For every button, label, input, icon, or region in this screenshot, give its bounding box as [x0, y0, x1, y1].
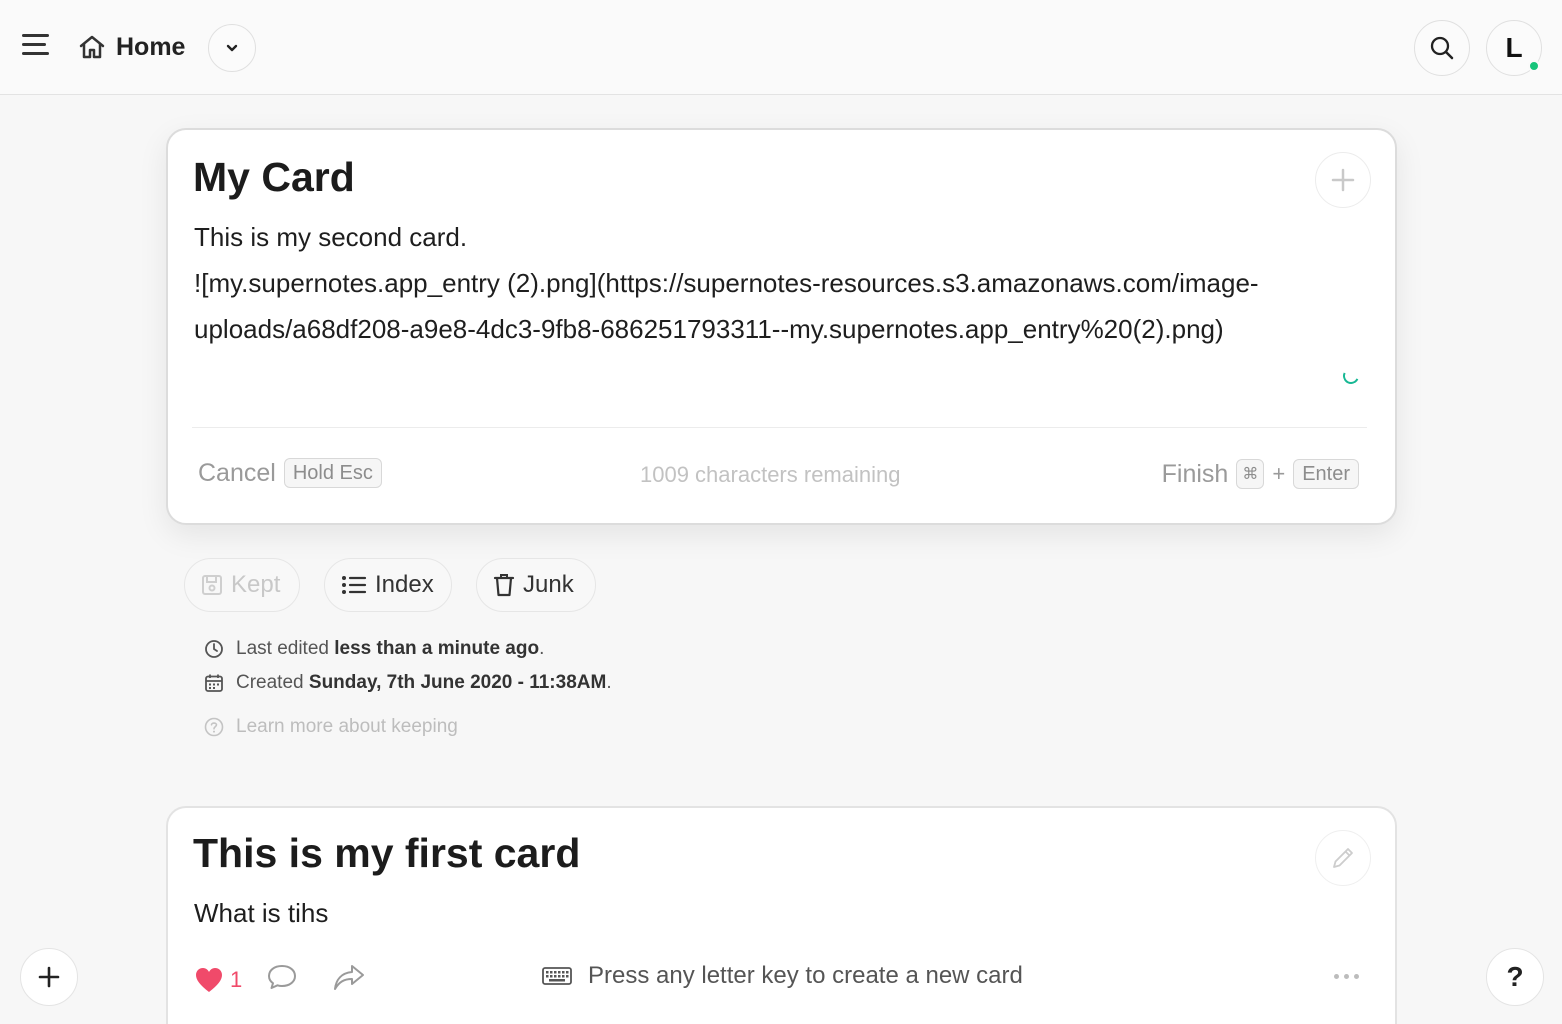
calendar-icon: [205, 674, 223, 692]
last-edited-info: Last edited less than a minute ago.: [204, 638, 544, 660]
chevron-down-icon: [226, 44, 238, 52]
home-dropdown-button[interactable]: [208, 24, 256, 72]
edited-suffix: .: [539, 638, 545, 659]
card-title: This is my first card: [193, 830, 581, 876]
comment-button[interactable]: [266, 963, 298, 996]
home-link[interactable]: Home: [78, 30, 185, 64]
menu-icon[interactable]: [22, 34, 50, 60]
search-button[interactable]: [1414, 20, 1470, 76]
created-value: Sunday, 7th June 2020 - 11:38AM: [308, 672, 607, 693]
share-icon: [334, 965, 365, 990]
characters-remaining: 1009 characters remaining: [640, 462, 901, 487]
more-dot: [1334, 974, 1339, 979]
learn-more-label: Learn more about keeping: [236, 716, 458, 737]
card-body: What is tihs: [194, 898, 329, 928]
more-options-button[interactable]: [1334, 974, 1359, 979]
edited-prefix: Last edited: [236, 638, 329, 659]
first-card[interactable]: This is my first card What is tihs 1 Pre…: [166, 806, 1397, 1024]
kept-label: Kept: [231, 571, 281, 598]
keyboard-icon: [542, 967, 572, 985]
like-count: 1: [230, 966, 243, 992]
home-icon: [79, 35, 105, 59]
search-icon: [1430, 36, 1454, 60]
heart-icon: [196, 967, 222, 992]
avatar[interactable]: L: [1486, 20, 1542, 76]
created-info: Created Sunday, 7th June 2020 - 11:38AM.: [204, 672, 612, 694]
index-label: Index: [375, 571, 434, 598]
keyboard-hint: Press any letter key to create a new car…: [542, 962, 1023, 990]
learn-more-link[interactable]: Learn more about keeping: [204, 716, 458, 738]
share-button[interactable]: [332, 962, 366, 997]
online-status-dot: [1528, 60, 1540, 72]
cancel-button[interactable]: Cancel Hold Esc: [198, 458, 382, 488]
plus-icon: [38, 966, 60, 988]
created-suffix: .: [606, 672, 612, 693]
edit-card-button[interactable]: [1315, 830, 1371, 886]
help-button[interactable]: ?: [1486, 948, 1544, 1006]
command-key: ⌘: [1236, 459, 1265, 489]
key-plus: +: [1272, 461, 1286, 486]
comment-icon: [268, 965, 297, 989]
loading-spinner-icon: [1340, 365, 1362, 387]
edit-card: My Card This is my second card. ![my.sup…: [166, 128, 1397, 525]
home-label: Home: [116, 32, 186, 61]
cancel-label: Cancel: [198, 458, 276, 487]
save-icon: [202, 575, 222, 595]
card-title-input[interactable]: My Card: [193, 154, 355, 201]
hold-esc-key: Hold Esc: [283, 458, 382, 488]
card-body-editor[interactable]: This is my second card. ![my.supernotes.…: [194, 214, 1354, 352]
body-line: uploads/a68df208-a9e8-4dc3-9fb8-68625179…: [194, 314, 1224, 344]
top-bar: Home L: [0, 0, 1562, 95]
card-actions: 1: [194, 962, 366, 997]
junk-button[interactable]: Junk: [476, 558, 596, 612]
plus-icon: [1331, 168, 1355, 192]
list-icon: [342, 576, 367, 594]
enter-key: Enter: [1293, 459, 1359, 489]
add-button[interactable]: [1315, 152, 1371, 208]
finish-label: Finish: [1161, 459, 1229, 488]
keyboard-hint-text: Press any letter key to create a new car…: [588, 962, 1023, 989]
edited-value: less than a minute ago: [334, 638, 540, 659]
body-line: This is my second card.: [194, 222, 468, 252]
created-prefix: Created: [236, 672, 304, 693]
help-label: ?: [1506, 961, 1524, 992]
trash-icon: [493, 574, 515, 597]
pencil-icon: [1333, 848, 1353, 868]
divider: [192, 427, 1367, 428]
question-circle-icon: [204, 717, 224, 737]
more-dot: [1354, 974, 1359, 979]
kept-button[interactable]: Kept: [184, 558, 300, 612]
avatar-initial: L: [1505, 32, 1523, 63]
body-line: ![my.supernotes.app_entry (2).png](https…: [194, 268, 1259, 298]
junk-label: Junk: [523, 571, 574, 598]
more-dot: [1344, 974, 1349, 979]
clock-icon: [205, 640, 223, 658]
finish-button[interactable]: Finish ⌘ + Enter: [1162, 459, 1359, 489]
new-card-button[interactable]: [20, 948, 78, 1006]
index-button[interactable]: Index: [324, 558, 452, 612]
like-button[interactable]: 1: [194, 966, 242, 994]
